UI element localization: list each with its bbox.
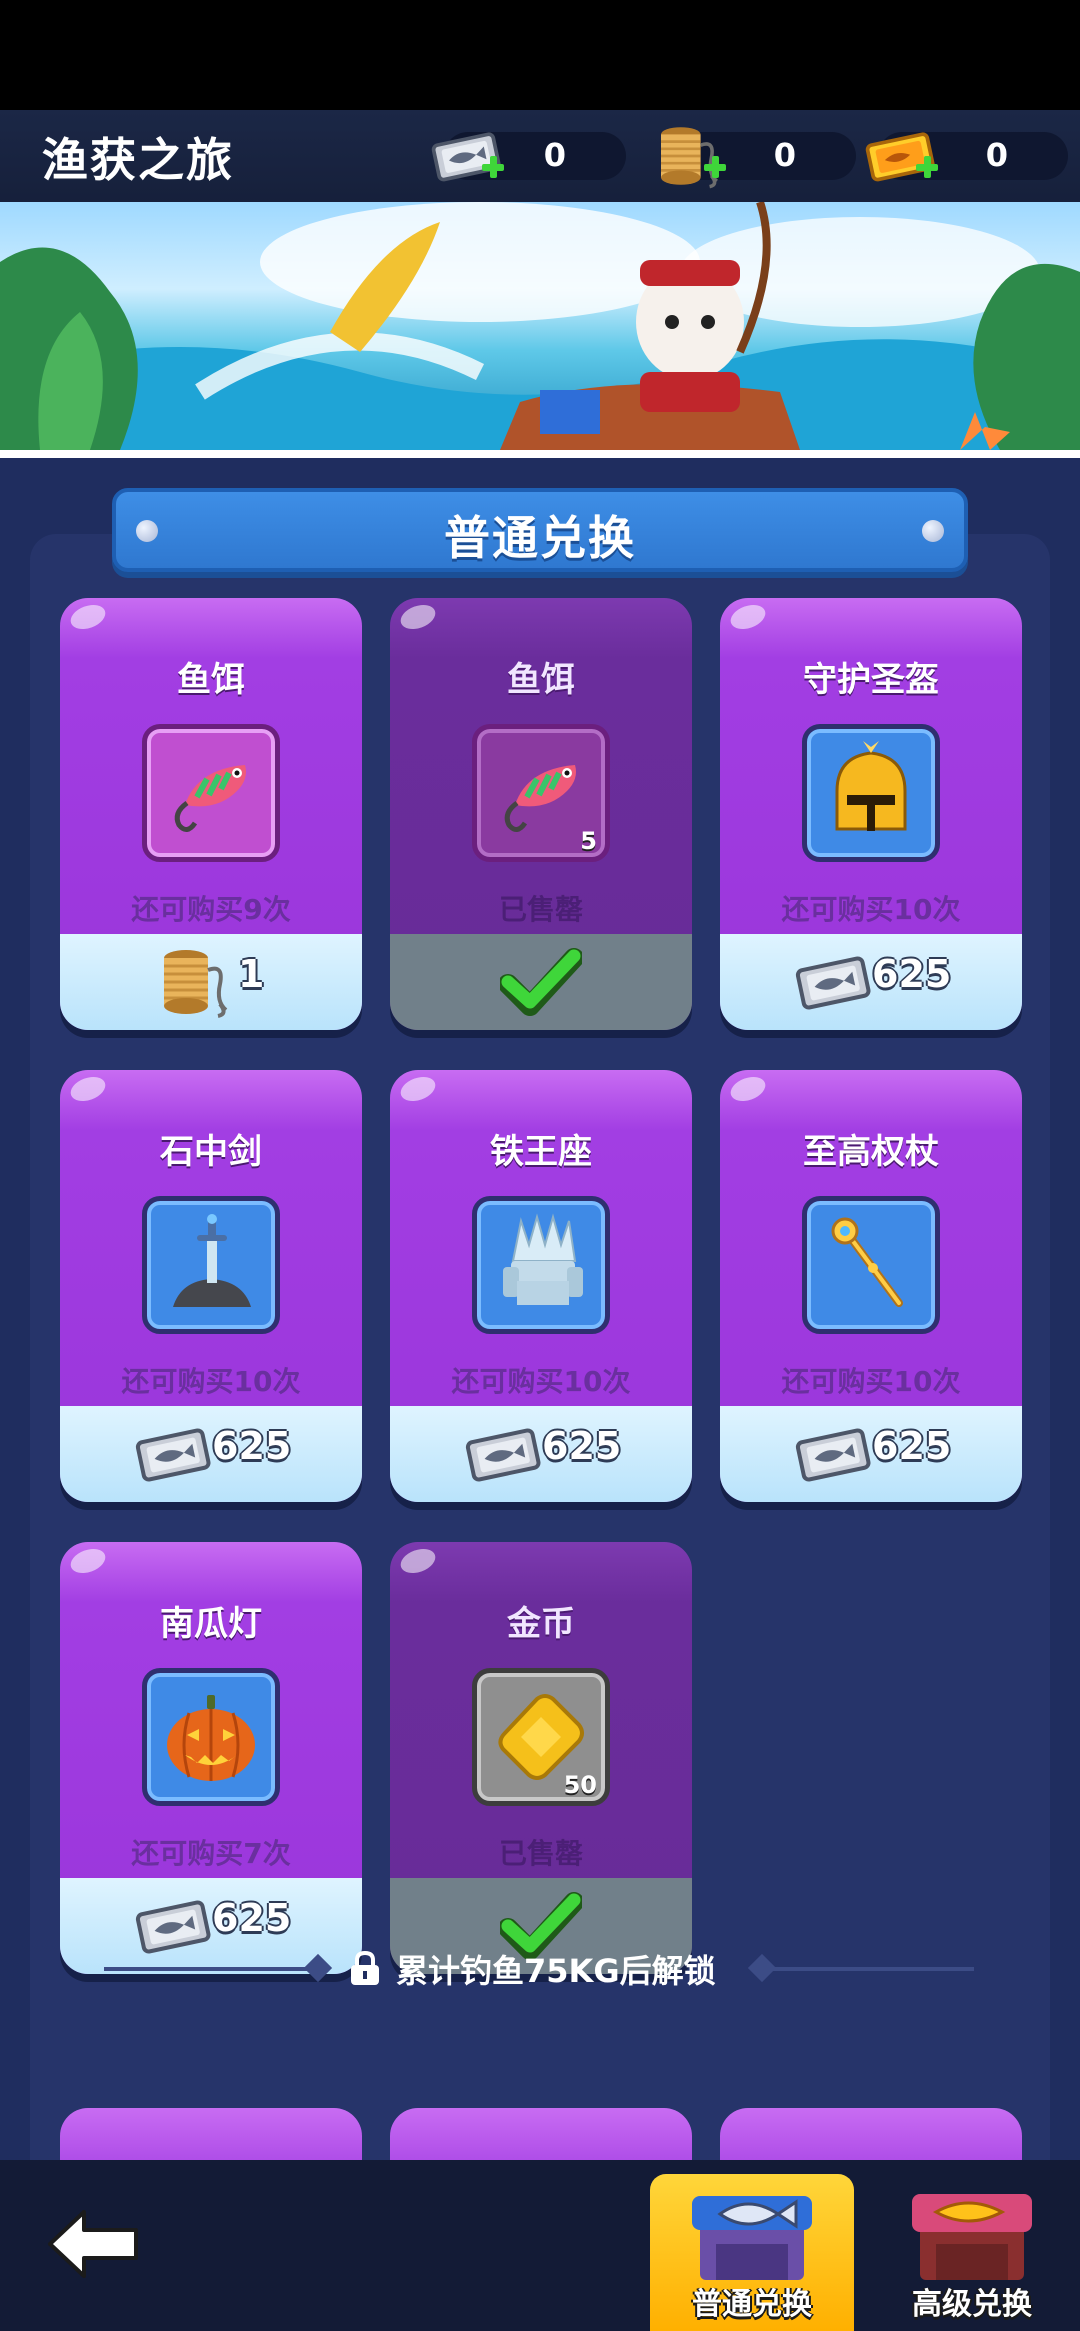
add-plus-icon[interactable] (482, 156, 504, 178)
currency-fish-ticket[interactable]: 0 (444, 132, 626, 180)
item-frame: 5 (472, 724, 610, 862)
sold-out-label: 已售罄 (498, 1837, 583, 1870)
item-name: 鱼饵 (507, 660, 575, 700)
buy-button[interactable]: 625 (60, 1406, 362, 1502)
item-name: 石中剑 (160, 1132, 262, 1172)
item-frame: 50 (472, 1668, 610, 1806)
section-title: 普通兑换 (444, 511, 636, 565)
fish-ticket-icon (464, 1424, 542, 1484)
purchase-limit: 还可购买9次 (131, 893, 291, 926)
shop-card[interactable]: 守护圣盔 还可购买10次 625 (720, 598, 1022, 1030)
tab-label: 高级兑换 (912, 2287, 1032, 2322)
fishing-lure-icon (487, 739, 595, 847)
tab-premium-exchange[interactable]: 高级兑换 (870, 2174, 1074, 2331)
price: 1 (238, 952, 265, 996)
price: 625 (212, 1896, 292, 1940)
purchase-limit: 还可购买10次 (121, 1365, 301, 1398)
sword-in-stone-icon (157, 1211, 265, 1319)
fish-shop-icon (692, 2196, 812, 2280)
price: 625 (542, 1424, 622, 1468)
item-name: 金币 (507, 1604, 575, 1644)
fishing-lure-icon (157, 739, 265, 847)
fishing-line-spool-icon (154, 944, 234, 1020)
add-plus-icon[interactable] (916, 156, 938, 178)
sold-out-label: 已售罄 (498, 893, 583, 926)
top-bar: 渔获之旅 0 0 0 (0, 110, 1080, 202)
shop-card-sold: 鱼饵 5 已售罄 (390, 598, 692, 1030)
event-banner (0, 202, 1080, 450)
add-plus-icon[interactable] (704, 156, 726, 178)
lock-icon (351, 1950, 379, 1985)
fish-ticket-icon (794, 952, 872, 1012)
currency-fishing-line[interactable]: 0 (666, 132, 856, 180)
shop-card[interactable]: 至高权杖 还可购买10次 625 (720, 1070, 1022, 1502)
purchase-limit: 还可购买10次 (451, 1365, 631, 1398)
purchase-limit: 还可购买10次 (781, 1365, 961, 1398)
item-name: 鱼饵 (177, 660, 245, 700)
checkmark-icon (500, 944, 582, 1020)
buy-button[interactable]: 625 (720, 934, 1022, 1030)
unlock-text: 累计钓鱼75KG后解锁 (396, 1952, 716, 1990)
price: 625 (212, 1424, 292, 1468)
premium-shop-icon (912, 2194, 1032, 2280)
item-frame (802, 724, 940, 862)
currency-count: 0 (985, 136, 1008, 174)
item-name: 守护圣盔 (803, 660, 939, 700)
back-arrow-icon[interactable] (44, 2204, 144, 2284)
item-frame (142, 1196, 280, 1334)
item-frame (142, 1668, 280, 1806)
exchange-main: 普通兑换 鱼饵 还可购买9次 1 鱼饵 5 已售罄 守护圣盔 还可购买10次 6… (0, 458, 1080, 2234)
tab-normal-exchange[interactable]: 普通兑换 (650, 2174, 854, 2331)
buy-button[interactable]: 625 (390, 1406, 692, 1502)
shop-card[interactable]: 铁王座 还可购买10次 625 (390, 1070, 692, 1502)
item-frame (472, 1196, 610, 1334)
item-name: 铁王座 (490, 1132, 592, 1172)
ribbon-gem-right (922, 520, 944, 542)
purchased-bar (390, 934, 692, 1030)
scepter-icon (817, 1211, 925, 1319)
item-frame (802, 1196, 940, 1334)
currency-gold-ticket[interactable]: 0 (878, 132, 1068, 180)
page-title: 渔获之旅 (42, 133, 234, 187)
unlock-requirement: 累计钓鱼75KG后解锁 (0, 1938, 1080, 1998)
price: 625 (872, 1424, 952, 1468)
fish-ticket-icon (794, 1424, 872, 1484)
iron-throne-icon (487, 1211, 595, 1319)
fish-ticket-icon (134, 1424, 212, 1484)
tab-label: 普通兑换 (692, 2287, 812, 2322)
banner-divider (0, 450, 1080, 458)
currency-count: 0 (773, 136, 796, 174)
purchase-limit: 还可购买7次 (131, 1837, 291, 1870)
jack-o-lantern-icon (157, 1683, 265, 1791)
item-frame (142, 724, 280, 862)
shop-card[interactable]: 南瓜灯 还可购买7次 625 (60, 1542, 362, 1974)
item-name: 南瓜灯 (160, 1604, 262, 1644)
currency-count: 0 (543, 136, 566, 174)
bottom-nav: 普通兑换 高级兑换 (0, 2160, 1080, 2331)
item-quantity: 5 (580, 827, 597, 855)
buy-button[interactable]: 625 (720, 1406, 1022, 1502)
item-name: 至高权杖 (803, 1132, 939, 1172)
purchase-limit: 还可购买10次 (781, 893, 961, 926)
shop-card[interactable]: 石中剑 还可购买10次 625 (60, 1070, 362, 1502)
banner-illustration (0, 202, 1080, 450)
price: 625 (872, 952, 952, 996)
section-header: 普通兑换 (112, 488, 968, 572)
buy-button[interactable]: 1 (60, 934, 362, 1030)
status-bar (0, 0, 1080, 110)
shop-card[interactable]: 鱼饵 还可购买9次 1 (60, 598, 362, 1030)
golden-helmet-icon (817, 739, 925, 847)
shop-card-sold: 金币 50 已售罄 (390, 1542, 692, 1974)
item-quantity: 50 (563, 1771, 597, 1799)
